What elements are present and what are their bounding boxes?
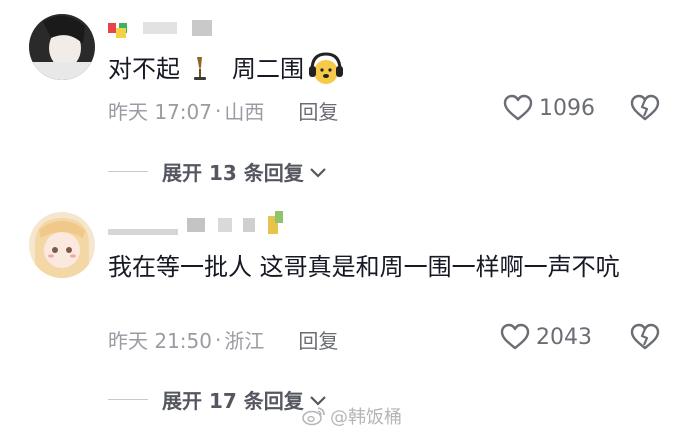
divider-line <box>108 171 148 172</box>
meta-separator: · <box>215 327 222 352</box>
username-blur <box>218 218 232 232</box>
reply-button[interactable]: 回复 <box>298 96 338 125</box>
reply-button[interactable]: 回复 <box>298 325 338 354</box>
weibo-icon <box>302 407 325 426</box>
username-blur <box>243 218 255 232</box>
comment-meta: 昨天 21:50 · 浙江 回复 <box>108 325 338 354</box>
expand-label: 展开 13 条回复 <box>162 161 304 185</box>
avatar[interactable] <box>29 212 95 278</box>
dog-headphones-icon <box>308 52 344 86</box>
like-count: 2043 <box>536 324 592 350</box>
comment-text-part: 对不起 <box>108 55 180 83</box>
comment-text: 我在等一批人 这哥真是和周一围一样啊一声不吭 <box>108 253 620 281</box>
heart-icon <box>503 94 533 121</box>
comment-location: 浙江 <box>224 329 265 353</box>
dislike-button[interactable] <box>630 323 660 355</box>
comment-meta: 昨天 17:07 · 山西 回复 <box>108 96 338 125</box>
comment-text: 对不起 周二围 <box>108 52 344 86</box>
broken-heart-icon <box>630 94 660 121</box>
comment-time: 昨天 17:07 <box>108 100 212 124</box>
broken-heart-icon <box>630 323 660 350</box>
username-blur <box>192 20 212 36</box>
expand-replies-button[interactable]: 展开 17 条回复 <box>108 385 328 414</box>
comment-time: 昨天 21:50 <box>108 329 212 353</box>
expand-replies-button[interactable]: 展开 13 条回复 <box>108 157 328 186</box>
username-blur <box>275 211 283 223</box>
username-blur <box>187 218 205 232</box>
meta-separator: · <box>215 98 222 123</box>
username-blur <box>143 22 177 34</box>
username-blur <box>108 23 116 33</box>
username[interactable] <box>108 211 283 238</box>
expand-label: 展开 17 条回复 <box>162 389 304 413</box>
like-button[interactable]: 2043 <box>500 323 592 351</box>
username[interactable] <box>108 15 212 41</box>
like-button[interactable]: 1096 <box>503 94 595 122</box>
like-count: 1096 <box>539 95 595 121</box>
avatar[interactable] <box>29 14 95 80</box>
watermark: @韩饭桶 <box>302 403 402 429</box>
divider-line <box>108 399 148 400</box>
dislike-button[interactable] <box>630 94 660 126</box>
heart-icon <box>500 323 530 350</box>
comment-location: 山西 <box>224 100 265 124</box>
chevron-down-icon <box>309 167 326 178</box>
username-blur <box>108 229 178 235</box>
watermark-text: @韩饭桶 <box>330 407 402 428</box>
username-blur <box>116 28 126 38</box>
champagne-icon <box>190 55 212 83</box>
comment-text-part: 周二围 <box>232 55 304 83</box>
